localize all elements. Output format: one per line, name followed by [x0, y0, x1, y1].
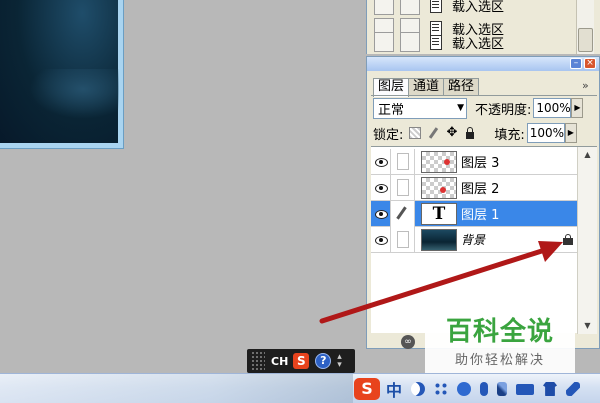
ime-toolbar[interactable]: CH S ? ▴ ▾	[247, 349, 355, 373]
voice-input-icon[interactable]	[480, 382, 489, 396]
ime-language[interactable]: CH	[271, 355, 288, 368]
watermark-subtitle: 助你轻松解决	[454, 353, 545, 368]
soft-keyboard-icon[interactable]	[516, 383, 535, 395]
tools-icon[interactable]	[566, 382, 581, 396]
watermark-title: 百科全说	[445, 317, 554, 347]
watermark: 百科全说 助你轻松解决	[425, 305, 575, 373]
half-width-icon[interactable]	[411, 382, 426, 396]
emoji-icon[interactable]	[457, 382, 472, 396]
sogou-logo-icon[interactable]: S	[293, 353, 310, 369]
taskbar-background	[0, 374, 353, 403]
sogou-tray-icon[interactable]: S	[354, 378, 380, 400]
taskbar: S 中	[0, 373, 600, 403]
input-language-indicator[interactable]: 中	[386, 377, 402, 401]
help-icon[interactable]: ?	[315, 353, 332, 369]
punctuation-icon[interactable]	[434, 382, 449, 396]
drag-grip-icon[interactable]	[251, 351, 265, 371]
skin-icon[interactable]	[543, 382, 558, 396]
handwriting-icon[interactable]	[497, 382, 508, 396]
system-tray: S 中	[354, 376, 581, 402]
options-menu-icon[interactable]: ▴ ▾	[337, 353, 342, 370]
